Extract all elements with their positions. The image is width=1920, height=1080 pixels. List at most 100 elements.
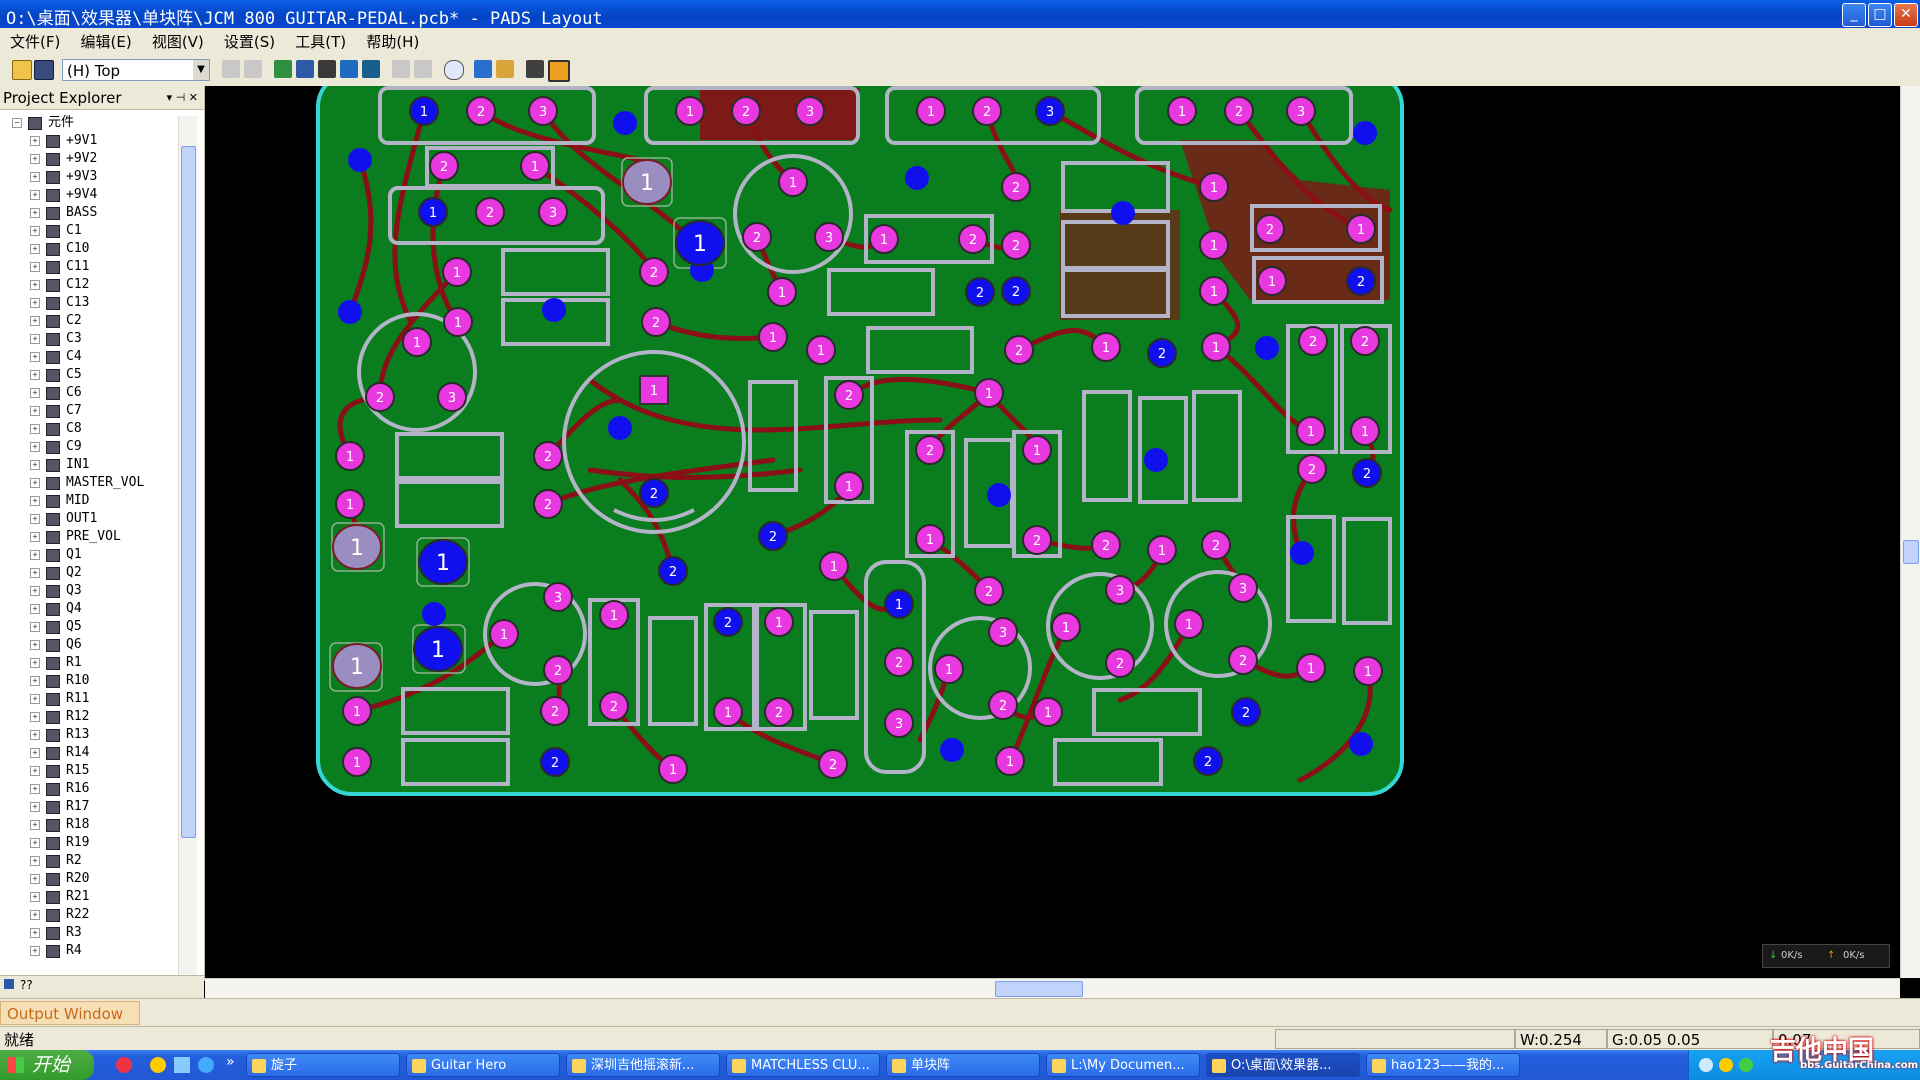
minimize-button[interactable]: _	[1842, 3, 1866, 27]
expand-icon[interactable]: +	[30, 748, 40, 758]
expand-icon[interactable]: +	[30, 496, 40, 506]
expand-icon[interactable]: +	[30, 604, 40, 614]
start-button[interactable]: 开始	[0, 1050, 94, 1080]
pcb-tools-icon[interactable]	[496, 60, 514, 78]
expand-icon[interactable]: +	[30, 370, 40, 380]
tree-item[interactable]: + R4	[0, 942, 186, 960]
tree-item[interactable]: + +9V1	[0, 132, 186, 150]
tree-icon[interactable]	[4, 979, 14, 989]
layer-select[interactable]: (H) Top ▼	[62, 59, 210, 81]
tree-item[interactable]: + OUT1	[0, 510, 186, 528]
expand-icon[interactable]: +	[30, 154, 40, 164]
output-icon[interactable]	[526, 60, 544, 78]
dimension-icon[interactable]	[340, 60, 358, 78]
tree-item[interactable]: + R15	[0, 762, 186, 780]
open-icon[interactable]	[12, 60, 32, 80]
tree-item[interactable]: + C1	[0, 222, 186, 240]
verify-icon[interactable]	[474, 60, 492, 78]
explorer-toggle-icon[interactable]	[548, 60, 570, 82]
expand-icon[interactable]: +	[30, 676, 40, 686]
expand-icon[interactable]: +	[30, 874, 40, 884]
route-icon[interactable]	[222, 60, 240, 78]
expand-icon[interactable]: +	[30, 892, 40, 902]
menu-tools[interactable]: 工具(T)	[287, 28, 354, 55]
expand-icon[interactable]: +	[30, 352, 40, 362]
tree-item[interactable]: + C11	[0, 258, 186, 276]
expand-icon[interactable]: +	[30, 316, 40, 326]
tree-item[interactable]: + R20	[0, 870, 186, 888]
expand-icon[interactable]: +	[30, 388, 40, 398]
expand-icon[interactable]: +	[30, 694, 40, 704]
taskbar-btn-4[interactable]: MATCHLESS CLU...	[726, 1053, 880, 1077]
menu-edit[interactable]: 编辑(E)	[72, 28, 139, 55]
tree-item[interactable]: + R3	[0, 924, 186, 942]
taskbar-btn-8[interactable]: hao123——我的...	[1366, 1053, 1520, 1077]
menu-file[interactable]: 文件(F)	[0, 28, 68, 55]
chevron-down-icon[interactable]: ▼	[193, 60, 209, 80]
ie-icon[interactable]	[198, 1057, 214, 1073]
drafting-icon[interactable]	[318, 60, 336, 78]
tree-item[interactable]: + R18	[0, 816, 186, 834]
expand-icon[interactable]: +	[30, 280, 40, 290]
tree-item[interactable]: + BASS	[0, 204, 186, 222]
taskbar-btn-1[interactable]: 旋子	[246, 1053, 400, 1077]
expand-icon[interactable]: +	[30, 712, 40, 722]
menu-setup[interactable]: 设置(S)	[216, 28, 283, 55]
maximize-button[interactable]: □	[1868, 3, 1892, 27]
explorer-scrollbar[interactable]	[178, 116, 197, 978]
tree-item[interactable]: + R17	[0, 798, 186, 816]
expand-icon[interactable]: +	[30, 820, 40, 830]
tree-item[interactable]: + C7	[0, 402, 186, 420]
add-trace-icon[interactable]	[296, 60, 314, 78]
tree-item[interactable]: + C6	[0, 384, 186, 402]
output-window-tab[interactable]: Output Window	[0, 1001, 140, 1025]
tree-item[interactable]: + +9V3	[0, 168, 186, 186]
expand-icon[interactable]: +	[30, 172, 40, 182]
tree-item[interactable]: + Q3	[0, 582, 186, 600]
tree-item[interactable]: + MASTER_VOL	[0, 474, 186, 492]
expand-icon[interactable]: +	[30, 568, 40, 578]
expand-icon[interactable]: +	[30, 622, 40, 632]
expand-icon[interactable]: +	[30, 838, 40, 848]
tree-item[interactable]: + C13	[0, 294, 186, 312]
taskbar-btn-7[interactable]: O:\桌面\效果器...	[1206, 1053, 1360, 1077]
menu-help[interactable]: 帮助(H)	[358, 28, 427, 55]
close-button[interactable]: ✕	[1894, 3, 1918, 27]
expand-quicklaunch-icon[interactable]: »	[226, 1054, 235, 1070]
tree-item[interactable]: + Q5	[0, 618, 186, 636]
tree-item[interactable]: + MID	[0, 492, 186, 510]
tray-icon-2[interactable]	[1719, 1058, 1733, 1072]
expand-icon[interactable]: +	[30, 802, 40, 812]
tree-item[interactable]: + R19	[0, 834, 186, 852]
chrome-icon[interactable]	[150, 1057, 166, 1073]
tray-icon[interactable]	[1699, 1058, 1713, 1072]
quicklaunch-icon[interactable]	[116, 1057, 132, 1073]
ecn-icon[interactable]	[362, 60, 380, 78]
tree-item[interactable]: + R13	[0, 726, 186, 744]
tree-item[interactable]: + IN1	[0, 456, 186, 474]
expand-icon[interactable]: +	[30, 532, 40, 542]
expand-icon[interactable]: +	[30, 514, 40, 524]
quicklaunch-icon-2[interactable]	[174, 1057, 190, 1073]
tree-item[interactable]: + R21	[0, 888, 186, 906]
tree-item[interactable]: + Q6	[0, 636, 186, 654]
tree-item[interactable]: + C4	[0, 348, 186, 366]
tree-item[interactable]: + R2	[0, 852, 186, 870]
taskbar-btn-6[interactable]: L:\My Documen...	[1046, 1053, 1200, 1077]
tree-item[interactable]: + C10	[0, 240, 186, 258]
save-icon[interactable]	[34, 60, 54, 80]
tree-item[interactable]: + C8	[0, 420, 186, 438]
tree-item[interactable]: + Q2	[0, 564, 186, 582]
expand-icon[interactable]: +	[30, 946, 40, 956]
expand-icon[interactable]: +	[30, 136, 40, 146]
collapse-icon[interactable]: −	[12, 118, 22, 128]
expand-icon[interactable]: +	[30, 910, 40, 920]
design-rules-icon[interactable]	[244, 60, 262, 78]
taskbar-btn-3[interactable]: 深圳吉他摇滚新...	[566, 1053, 720, 1077]
vertical-scrollbar[interactable]	[1900, 86, 1920, 978]
tree-root[interactable]: − 元件	[0, 114, 186, 132]
expand-icon[interactable]: +	[30, 658, 40, 668]
expand-icon[interactable]: +	[30, 406, 40, 416]
tree-item[interactable]: + C9	[0, 438, 186, 456]
expand-icon[interactable]: +	[30, 460, 40, 470]
